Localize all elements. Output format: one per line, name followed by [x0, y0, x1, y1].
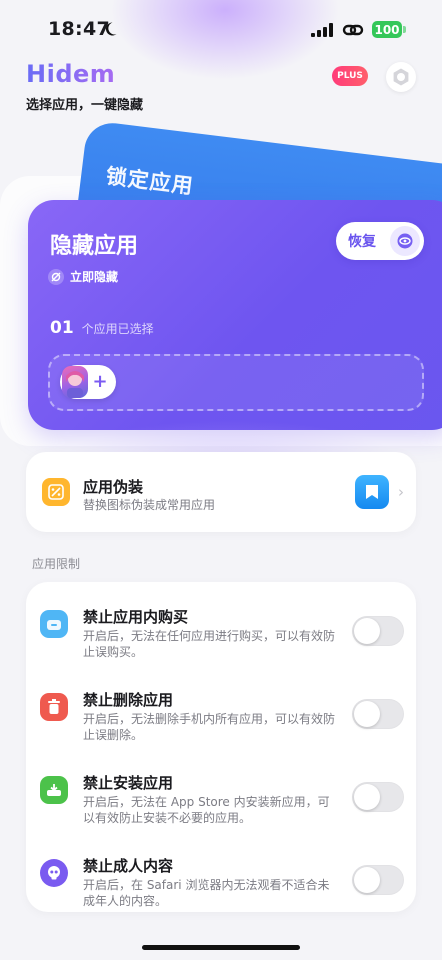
skull-icon — [40, 859, 68, 887]
selected-count: 01 个应用已选择 — [50, 318, 154, 338]
hide-apps-title: 隐藏应用 — [50, 234, 139, 259]
signal-icon — [311, 23, 333, 37]
hide-now-label: 立即隐藏 — [70, 270, 119, 284]
restrictions-section-label: 应用限制 — [32, 557, 81, 571]
toggle-knob — [354, 867, 380, 893]
app-brand: Hidem — [26, 60, 116, 88]
hide-now-icon — [48, 268, 64, 285]
restriction-title: 禁止删除应用 — [83, 691, 174, 709]
restriction-title: 禁止安装应用 — [83, 774, 174, 792]
restriction-title: 禁止应用内购买 — [83, 608, 189, 626]
restriction-title: 禁止成人内容 — [83, 857, 174, 875]
restriction-row-adult-content: 禁止成人内容 开启后，在 Safari 浏览器内无法观看不适合未成年人的内容。 — [26, 841, 416, 923]
selected-app-icon[interactable] — [62, 366, 88, 398]
battery-cap — [403, 26, 406, 33]
restore-label: 恢复 — [348, 234, 376, 250]
toggle-install-apps[interactable] — [352, 782, 404, 812]
disguise-icon — [42, 478, 70, 506]
app-subtitle: 选择应用，一键隐藏 — [26, 98, 144, 113]
restore-eye-icon — [390, 226, 420, 256]
toggle-knob — [354, 784, 380, 810]
trash-icon — [40, 693, 68, 721]
restriction-row-in-app-purchase: 禁止应用内购买 开启后，无法在任何应用进行购买，可以有效防止误购买。 — [26, 592, 416, 674]
restore-button[interactable]: 恢复 — [336, 222, 424, 260]
restriction-description: 开启后，在 Safari 浏览器内无法观看不适合未成年人的内容。 — [83, 878, 330, 908]
install-tray-icon — [40, 776, 68, 804]
restriction-description: 开启后，无法在 App Store 内安装新应用，可以有效防止安装不必要的应用。 — [83, 795, 330, 825]
moon-icon — [105, 22, 117, 36]
restriction-description: 开启后，无法在任何应用进行购买，可以有效防止误购买。 — [83, 629, 336, 659]
add-app-button[interactable]: + — [90, 372, 110, 392]
battery-level: 100 — [374, 22, 400, 37]
hide-now-button[interactable]: 立即隐藏 — [48, 268, 118, 285]
plus-badge[interactable]: PLUS — [332, 66, 368, 86]
disguise-title: 应用伪装 — [83, 478, 144, 496]
disguise-description: 替换图标伪装成常用应用 — [83, 498, 216, 512]
toggle-in-app-purchase[interactable] — [352, 616, 404, 646]
chevron-right-icon: › — [398, 483, 404, 501]
book-icon — [355, 475, 389, 509]
selected-count-label: 个应用已选择 — [81, 322, 154, 336]
toggle-delete-apps[interactable] — [352, 699, 404, 729]
status-time: 18:47 — [48, 18, 110, 40]
selected-count-number: 01 — [50, 318, 74, 338]
home-indicator — [142, 945, 300, 950]
toggle-adult-content[interactable] — [352, 865, 404, 895]
link-icon — [342, 24, 364, 36]
restriction-description: 开启后，无法删除手机内所有应用，可以有效防止误删除。 — [83, 712, 336, 742]
status-bar: 18:47 100 — [0, 0, 442, 60]
settings-button[interactable] — [386, 62, 416, 92]
toggle-knob — [354, 618, 380, 644]
restriction-row-install-apps: 禁止安装应用 开启后，无法在 App Store 内安装新应用，可以有效防止安装… — [26, 758, 416, 840]
shopping-bag-icon — [40, 610, 68, 638]
gear-icon — [393, 68, 409, 86]
toggle-knob — [354, 701, 380, 727]
restriction-row-delete-apps: 禁止删除应用 开启后，无法删除手机内所有应用，可以有效防止误删除。 — [26, 675, 416, 757]
battery-indicator: 100 — [372, 21, 402, 38]
